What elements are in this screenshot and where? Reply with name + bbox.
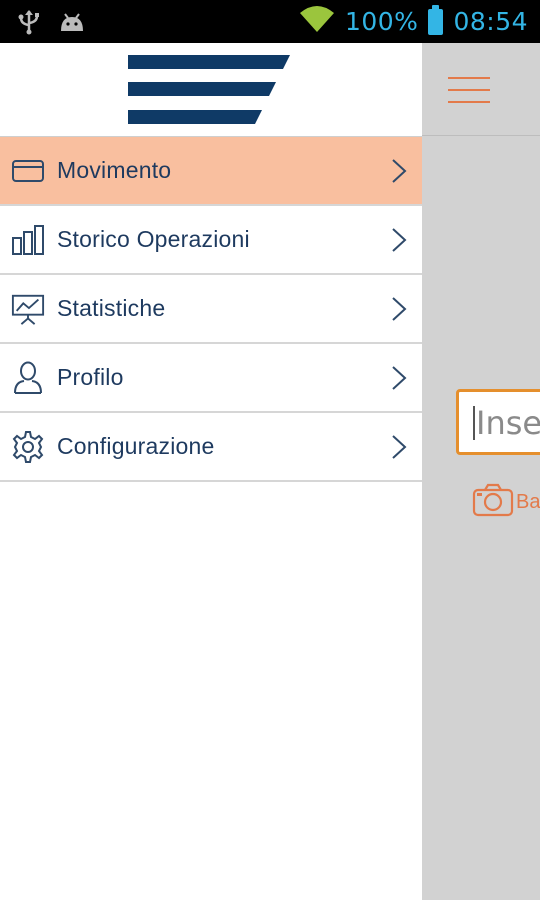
barcode-button[interactable]: Ba: [472, 483, 540, 522]
drawer-menu: Movimento Storico Operazioni Statistiche…: [0, 137, 422, 482]
wifi-icon: [299, 5, 335, 38]
menu-icon[interactable]: [448, 77, 490, 103]
chevron-right-icon: [392, 158, 407, 183]
menu-item-configurazione[interactable]: Configurazione: [0, 413, 422, 482]
status-bar: 100% 08:54: [0, 0, 540, 43]
app-logo: [128, 55, 290, 124]
chevron-right-icon: [392, 365, 407, 390]
usb-icon: [18, 9, 40, 40]
menu-item-label: Configurazione: [57, 433, 215, 459]
barcode-label: Ba: [516, 491, 540, 513]
menu-item-label: Storico Operazioni: [57, 226, 250, 252]
presentation-chart-icon: [11, 292, 45, 326]
drawer-header: [0, 43, 422, 138]
menu-item-label: Movimento: [57, 157, 172, 183]
menu-item-statistiche[interactable]: Statistiche: [0, 275, 422, 344]
navigation-drawer: Movimento Storico Operazioni Statistiche…: [0, 43, 422, 900]
background-header: [422, 43, 540, 136]
user-icon: [11, 361, 45, 395]
menu-item-profilo[interactable]: Profilo: [0, 344, 422, 413]
code-input-placeholder: Inse: [476, 404, 540, 442]
menu-item-label: Statistiche: [57, 295, 166, 321]
chevron-right-icon: [392, 227, 407, 252]
camera-icon: [472, 483, 514, 522]
chevron-right-icon: [392, 434, 407, 459]
menu-item-label: Profilo: [57, 364, 124, 390]
menu-item-storico-operazioni[interactable]: Storico Operazioni: [0, 206, 422, 275]
clock: 08:54: [453, 7, 528, 36]
background-screen: Inse Ba: [422, 43, 540, 900]
code-input[interactable]: Inse: [456, 389, 540, 455]
gear-icon: [11, 430, 45, 464]
chevron-right-icon: [392, 296, 407, 321]
battery-icon: [428, 4, 444, 35]
battery-percent: 100%: [344, 7, 419, 36]
card-icon: [11, 154, 45, 188]
bar-chart-icon: [11, 223, 45, 257]
android-debug-icon: [58, 11, 86, 38]
menu-item-movimento[interactable]: Movimento: [0, 137, 422, 206]
